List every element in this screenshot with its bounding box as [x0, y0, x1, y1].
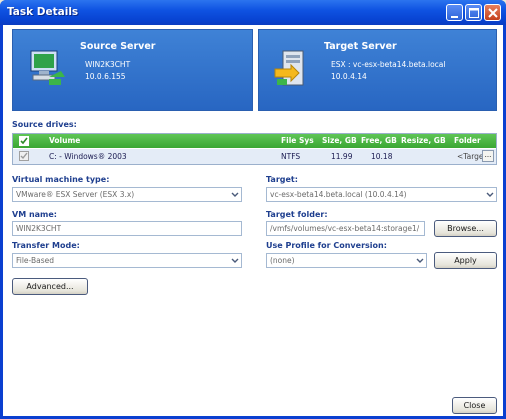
source-server-ip: 10.0.6.155 — [85, 72, 126, 81]
checkbox-icon — [20, 152, 28, 160]
cell-size: 11.99 — [331, 152, 353, 161]
dialog-body: Source Server WIN2K3CHT 10.0.6.155 Targe… — [3, 25, 503, 416]
minimize-button[interactable] — [446, 4, 463, 21]
target-label: Target: — [266, 175, 298, 184]
profile-select[interactable]: (none) — [266, 253, 427, 268]
transfer-mode-select[interactable]: File-Based — [12, 253, 242, 268]
column-volume[interactable]: Volume — [49, 136, 80, 145]
table-row[interactable]: C: - Windows® 2003 NTFS 11.99 10.18 <Tar… — [13, 149, 496, 164]
row-checkbox[interactable] — [19, 151, 29, 161]
vm-type-value: VMware® ESX Server (ESX 3.x) — [16, 190, 135, 199]
select-all-checkbox[interactable] — [19, 136, 29, 146]
vm-type-select[interactable]: VMware® ESX Server (ESX 3.x) — [12, 187, 242, 202]
close-button[interactable]: Close — [452, 397, 497, 414]
cell-free: 10.18 — [371, 152, 393, 161]
transfer-mode-label: Transfer Mode: — [12, 241, 80, 250]
vm-type-label: Virtual machine type: — [12, 175, 110, 184]
dropdown-arrow-icon — [228, 255, 240, 266]
target-value: vc-esx-beta14.beta.local (10.0.4.14) — [270, 190, 407, 199]
vm-name-label: VM name: — [12, 210, 57, 219]
column-free[interactable]: Free, GB — [361, 136, 397, 145]
cell-volume: C: - Windows® 2003 — [49, 152, 127, 161]
maximize-icon — [469, 8, 479, 18]
target-folder-field[interactable]: /vmfs/volumes/vc-esx-beta14:storage1/ — [266, 221, 425, 236]
minimize-icon — [451, 16, 458, 18]
maximize-button[interactable] — [465, 4, 482, 21]
cell-file-sys: NTFS — [281, 152, 301, 161]
source-drives-label: Source drives: — [12, 120, 77, 129]
source-server-name: WIN2K3CHT — [85, 60, 131, 69]
source-drives-grid: Volume File Sys Size, GB Free, GB Resize… — [12, 133, 497, 165]
source-server-heading: Source Server — [80, 41, 156, 52]
target-folder-value: /vmfs/volumes/vc-esx-beta14:storage1/ — [270, 224, 420, 233]
profile-value: (none) — [270, 256, 295, 265]
source-server-icon — [30, 50, 65, 85]
source-server-panel: Source Server WIN2K3CHT 10.0.6.155 — [12, 29, 253, 111]
window-title: Task Details — [7, 6, 79, 18]
task-details-window: Task Details Source Server WIN2K3CHT 10.… — [0, 0, 506, 419]
target-select[interactable]: vc-esx-beta14.beta.local (10.0.4.14) — [266, 187, 497, 202]
column-size[interactable]: Size, GB — [322, 136, 357, 145]
checkbox-icon — [20, 137, 28, 145]
close-window-button[interactable] — [484, 4, 501, 21]
advanced-button[interactable]: Advanced... — [12, 278, 88, 295]
close-icon — [488, 8, 498, 18]
apply-button[interactable]: Apply — [434, 252, 497, 269]
browse-button[interactable]: Browse... — [434, 220, 497, 237]
profile-label: Use Profile for Conversion: — [266, 241, 387, 250]
grid-header: Volume File Sys Size, GB Free, GB Resize… — [13, 134, 496, 148]
vm-name-field[interactable]: WIN2K3CHT — [12, 221, 242, 236]
column-file-sys[interactable]: File Sys — [281, 136, 314, 145]
target-server-panel: Target Server ESX : vc-esx-beta14.beta.l… — [258, 29, 497, 111]
dropdown-arrow-icon — [483, 189, 495, 200]
title-bar[interactable]: Task Details — [0, 0, 506, 25]
vm-name-value: WIN2K3CHT — [16, 224, 62, 233]
column-resize[interactable]: Resize, GB — [401, 136, 446, 145]
target-folder-label: Target folder: — [266, 210, 328, 219]
folder-browse-button[interactable]: ... — [482, 150, 494, 162]
target-server-ip: 10.0.4.14 — [331, 72, 367, 81]
dropdown-arrow-icon — [413, 255, 425, 266]
column-folder[interactable]: Folder — [454, 136, 481, 145]
dropdown-arrow-icon — [228, 189, 240, 200]
target-server-name: ESX : vc-esx-beta14.beta.local — [331, 60, 446, 69]
transfer-mode-value: File-Based — [16, 256, 55, 265]
target-server-heading: Target Server — [324, 41, 397, 52]
target-server-icon — [274, 50, 304, 86]
